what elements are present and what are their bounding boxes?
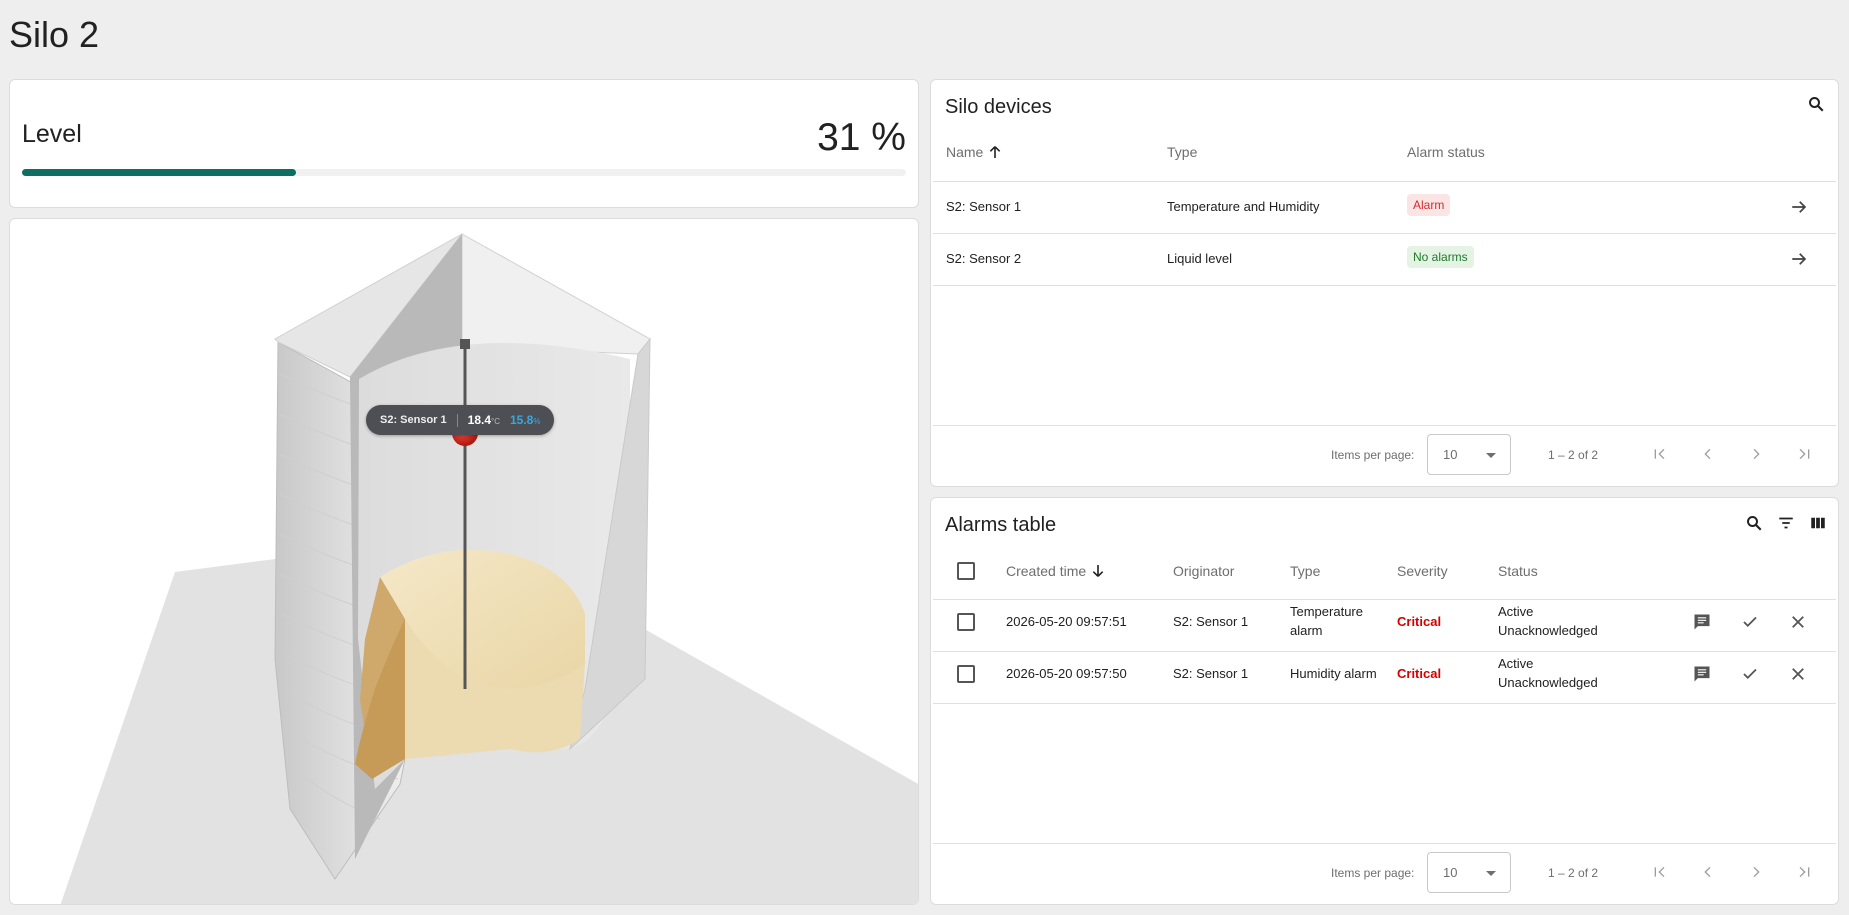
footer-divider [933,425,1836,426]
column-header-originator[interactable]: Originator [1173,563,1234,579]
arrow-right-icon[interactable] [1788,196,1810,218]
acknowledge-icon[interactable] [1738,662,1762,686]
header-divider [933,181,1836,182]
level-progress-fill [22,169,297,176]
items-per-page-label: Items per page: [1331,866,1415,880]
page-size-value: 10 [1443,447,1458,462]
columns-icon[interactable] [1808,513,1828,533]
alarms-table-card: Alarms table Created time Originator Typ… [930,497,1839,905]
alarm-created-time: 2026-05-20 09:57:50 [1006,666,1127,681]
sensor-tooltip[interactable]: S2: Sensor 1 18.4°C 15.8% [366,405,555,435]
row-divider [933,233,1836,234]
column-header-status[interactable]: Status [1498,563,1538,579]
page-size-value: 10 [1443,865,1458,880]
row-checkbox[interactable] [957,665,975,683]
chevron-down-icon [1486,453,1496,458]
filter-icon[interactable] [1776,513,1796,533]
alarm-originator: S2: Sensor 1 [1173,614,1249,629]
page-size-select[interactable]: 10 [1427,434,1511,475]
next-page-icon[interactable] [1744,860,1768,884]
column-header-type[interactable]: Type [1290,563,1320,579]
select-all-checkbox[interactable] [957,562,975,580]
alarm-type: Humidity alarm [1290,666,1377,681]
devices-title: Silo devices [945,96,1052,118]
row-divider [933,285,1836,286]
header-divider [933,599,1836,600]
tooltip-sensor-name: S2: Sensor 1 [380,414,447,426]
column-header-severity[interactable]: Severity [1397,563,1448,579]
column-header-alarm-status[interactable]: Alarm status [1407,144,1485,160]
column-header-name[interactable]: Name [946,144,1003,160]
sort-descending-icon [1092,565,1104,577]
alarm-status: Active Unacknowledged [1498,602,1598,640]
column-header-name-label: Name [946,144,984,160]
sensor-rod-cap [460,339,470,349]
alarm-type-line: alarm [1290,623,1323,638]
level-card: Level 31 % [9,79,919,208]
device-name: S2: Sensor 1 [946,199,1022,214]
tooltip-separator [456,413,458,427]
first-page-icon[interactable] [1648,442,1672,466]
alarm-created-time: 2026-05-20 09:57:51 [1006,614,1127,629]
tooltip-temperature: 18.4°C [468,413,500,427]
page-size-select[interactable]: 10 [1427,852,1511,893]
row-divider [933,651,1836,652]
tooltip-humidity: 15.8% [510,413,540,427]
level-progress-track [22,169,906,176]
tooltip-temperature-value: 18.4 [467,413,491,427]
search-icon[interactable] [1744,513,1764,533]
status-badge: No alarms [1407,246,1474,268]
device-name: S2: Sensor 2 [946,251,1022,266]
tooltip-temperature-unit: °C [491,417,500,426]
comment-icon[interactable] [1690,662,1714,686]
alarm-type: Temperature alarm [1290,602,1363,640]
silo-roof-right [461,233,651,355]
clear-icon[interactable] [1786,662,1810,686]
row-checkbox[interactable] [957,613,975,631]
silo-3d-scene[interactable]: S2: Sensor 1 18.4°C 15.8% [9,218,919,905]
column-header-type[interactable]: Type [1167,144,1197,160]
search-icon[interactable] [1806,94,1826,114]
next-page-icon[interactable] [1744,442,1768,466]
arrow-right-icon[interactable] [1788,248,1810,270]
silo-illustration [60,233,918,904]
last-page-icon[interactable] [1792,860,1816,884]
status-badge: Alarm [1407,194,1451,216]
alarms-title: Alarms table [945,514,1057,536]
tooltip-humidity-unit: % [533,417,541,426]
page-range: 1 – 2 of 2 [1548,448,1599,462]
column-header-created-time-label: Created time [1006,563,1087,579]
footer-divider [933,843,1836,844]
row-divider [933,703,1836,704]
comment-icon[interactable] [1690,610,1714,634]
clear-icon[interactable] [1786,610,1810,634]
sort-ascending-icon [990,146,1001,158]
chevron-down-icon [1486,871,1496,876]
alarm-status-line: Unacknowledged [1498,623,1598,638]
alarm-severity: Critical [1397,666,1442,681]
alarm-status-line: Unacknowledged [1498,675,1598,690]
previous-page-icon[interactable] [1696,860,1720,884]
alarm-type-line: Temperature [1290,604,1363,619]
first-page-icon[interactable] [1648,860,1672,884]
page-range: 1 – 2 of 2 [1548,866,1599,880]
previous-page-icon[interactable] [1696,442,1720,466]
alarm-status-line: Active [1498,656,1534,671]
items-per-page-label: Items per page: [1331,448,1415,462]
acknowledge-icon[interactable] [1738,610,1762,634]
column-header-created-time[interactable]: Created time [1006,563,1106,579]
silo-devices-card: Silo devices Name Type Alarm status S2: … [930,79,1839,487]
last-page-icon[interactable] [1792,442,1816,466]
level-title: Level [22,120,82,148]
tooltip-humidity-value: 15.8 [509,413,534,427]
device-type: Liquid level [1167,251,1233,266]
level-value: 31 % [817,116,906,159]
page-title: Silo 2 [9,14,100,55]
alarm-status: Active Unacknowledged [1498,654,1598,692]
alarm-severity: Critical [1397,614,1442,629]
alarm-status-line: Active [1498,604,1534,619]
device-type: Temperature and Humidity [1167,199,1320,214]
alarm-originator: S2: Sensor 1 [1173,666,1249,681]
